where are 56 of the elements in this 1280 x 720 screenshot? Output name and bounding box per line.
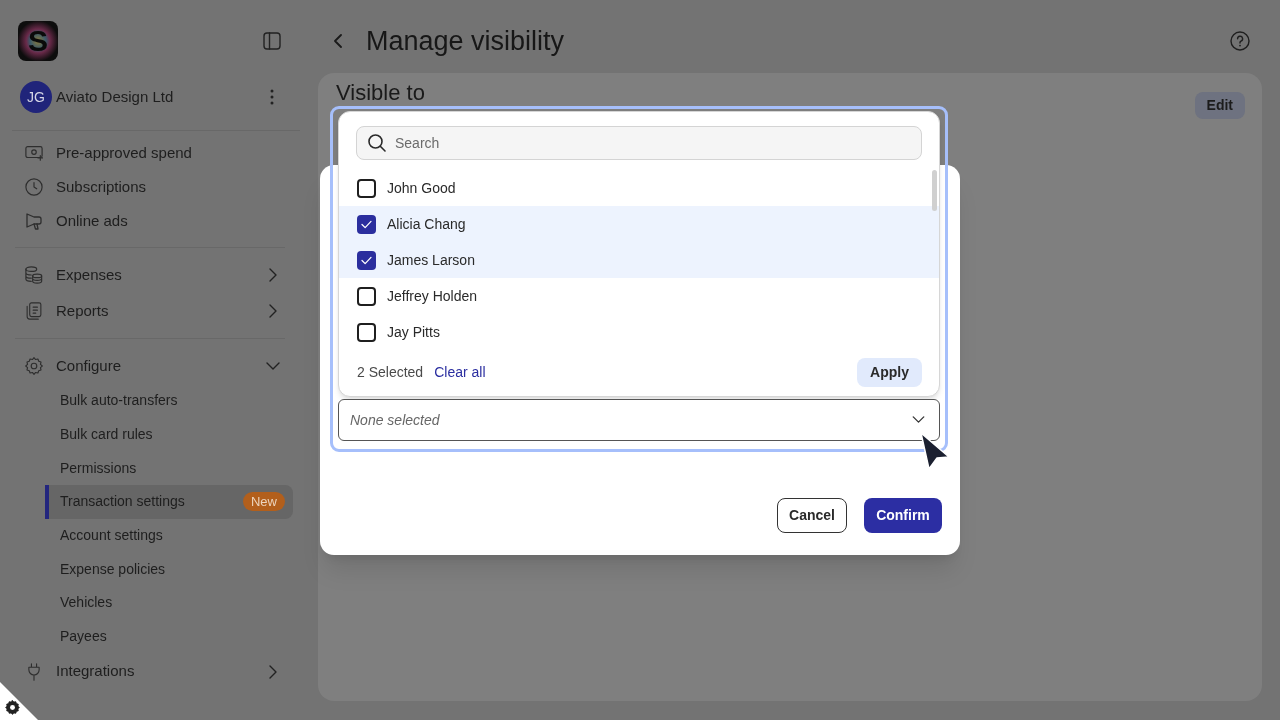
checkbox[interactable] — [357, 250, 376, 270]
plug-icon — [25, 662, 43, 681]
settings-icon — [25, 357, 43, 375]
section-title: Visible to — [336, 82, 425, 104]
nav-subitem[interactable]: Bulk card rules — [45, 417, 293, 452]
avatar[interactable]: JG — [20, 81, 52, 113]
chevron-down-icon — [912, 416, 925, 423]
nav-item[interactable]: Integrations — [20, 661, 292, 682]
settings-icon — [5, 700, 20, 715]
new-badge: New — [243, 492, 285, 512]
clear-all-link[interactable]: Clear all — [434, 361, 486, 383]
sidebar-toggle-icon[interactable] — [263, 32, 281, 50]
more-icon[interactable] — [270, 89, 274, 105]
check-icon — [361, 219, 372, 229]
banknote-icon — [25, 144, 43, 162]
megaphone-icon — [25, 212, 43, 230]
option-item[interactable]: Alicia Chang — [339, 206, 939, 242]
nav-subitem[interactable]: Payees — [45, 619, 293, 654]
checkbox[interactable] — [357, 286, 376, 306]
nav-item[interactable]: Expenses — [20, 265, 292, 285]
confirm-button[interactable]: Confirm — [864, 498, 942, 533]
cancel-button[interactable]: Cancel — [777, 498, 847, 533]
nav-subitem[interactable]: Account settings — [45, 518, 293, 553]
option-item[interactable]: Jeffrey Holden — [339, 278, 939, 314]
nav-subitem[interactable]: Permissions — [45, 451, 293, 486]
account-name: Aviato Design Ltd — [56, 86, 174, 107]
checkbox[interactable] — [357, 178, 376, 198]
app-logo: S — [18, 21, 58, 61]
page-title: Manage visibility — [366, 24, 565, 58]
back-icon[interactable] — [334, 34, 342, 48]
nav-item[interactable]: Subscriptions — [20, 170, 292, 204]
document-icon — [25, 302, 43, 320]
nav-item[interactable]: Online ads — [20, 204, 292, 238]
selection-count: 2 Selected — [357, 362, 424, 382]
nav-subitem[interactable]: Expense policies — [45, 552, 293, 587]
search-field[interactable]: Search — [356, 126, 922, 160]
nav-item[interactable]: Configure — [20, 356, 292, 376]
option-item[interactable]: Jay Pitts — [339, 314, 939, 350]
option-item[interactable]: James Larson — [339, 242, 939, 278]
search-icon — [368, 134, 386, 152]
scrollbar-thumb[interactable] — [932, 170, 937, 211]
clock-icon — [25, 178, 43, 196]
option-item[interactable]: John Good — [339, 170, 939, 206]
check-icon — [361, 255, 372, 265]
nav-subitem[interactable]: Bulk auto-transfers — [45, 384, 293, 418]
nav-subitem[interactable]: Vehicles — [45, 586, 293, 620]
checkbox[interactable] — [357, 214, 376, 234]
coins-icon — [25, 266, 43, 284]
select-field[interactable]: None selected — [338, 399, 940, 441]
edit-button[interactable]: Edit — [1194, 92, 1245, 119]
apply-button[interactable]: Apply — [857, 357, 922, 387]
nav-item[interactable]: Reports — [20, 301, 292, 321]
nav-item[interactable]: Pre-approved spend — [20, 136, 292, 170]
nav-subitem[interactable]: Transaction settings New — [45, 485, 293, 519]
checkbox[interactable] — [357, 322, 376, 342]
help-icon[interactable] — [1230, 31, 1250, 51]
